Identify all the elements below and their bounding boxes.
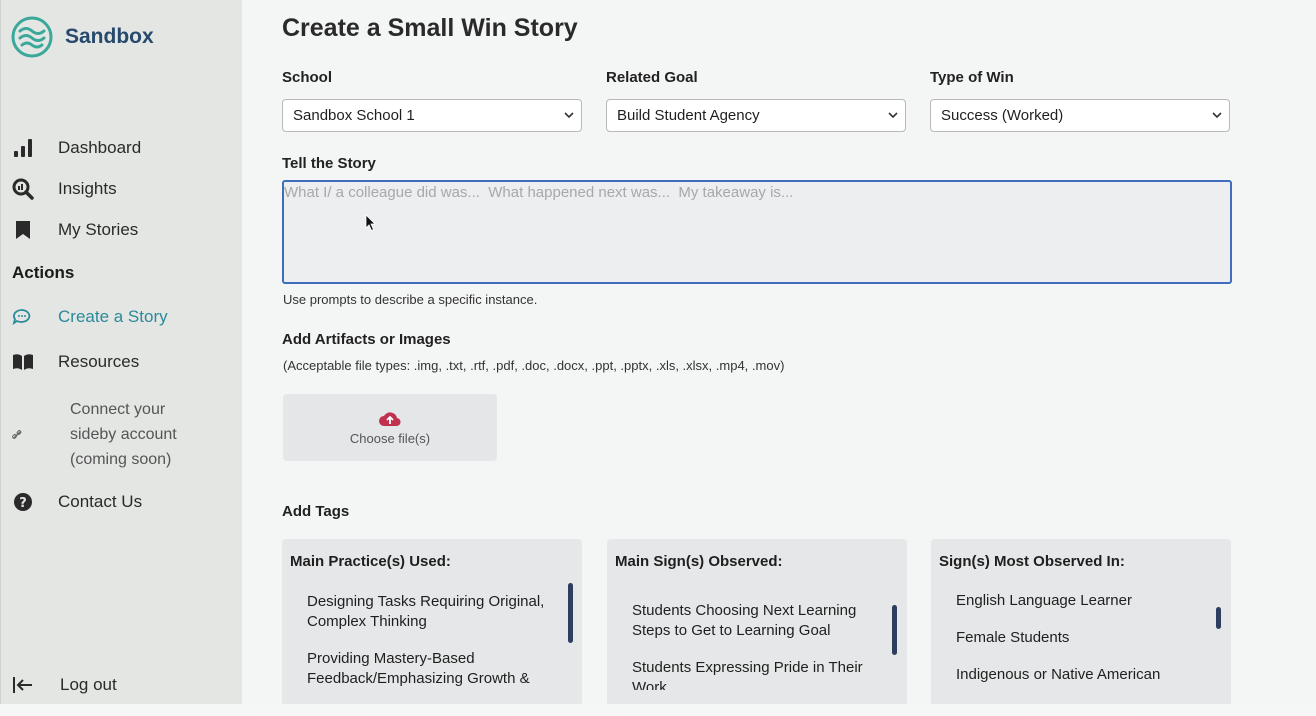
logout-button[interactable]: Log out (12, 674, 117, 696)
artifacts-file-types: (Acceptable file types: .img, .txt, .rtf… (283, 358, 785, 373)
nav-create-story-label: Create a Story (58, 307, 168, 326)
choose-files-label: Choose file(s) (349, 431, 431, 446)
chevron-down-icon (564, 112, 574, 119)
school-select-value: Sandbox School 1 (293, 107, 415, 124)
school-select[interactable]: Sandbox School 1 (282, 99, 582, 132)
goal-select-value: Build Student Agency (617, 107, 760, 124)
signs-tag-list[interactable]: Main Sign(s) Observed: Students Choosing… (607, 539, 907, 709)
link-icon (12, 424, 22, 446)
goal-select[interactable]: Build Student Agency (606, 99, 906, 132)
observed-in-title: Sign(s) Most Observed In: (939, 553, 1125, 570)
cloud-upload-icon (379, 412, 401, 427)
nav-resources[interactable]: Resources (12, 351, 139, 373)
chat-bubbles-icon (12, 306, 34, 328)
nav-contact-us[interactable]: ? Contact Us (12, 491, 142, 513)
chevron-down-icon (1212, 112, 1222, 119)
search-chart-icon (12, 178, 34, 200)
observed-in-tag-list[interactable]: Sign(s) Most Observed In: English Langua… (931, 539, 1231, 709)
list-item[interactable]: Students Choosing Next Learning Steps to… (632, 601, 882, 641)
actions-heading: Actions (12, 263, 75, 282)
nav-create-story[interactable]: Create a Story (12, 306, 168, 328)
scrollbar-thumb[interactable] (1216, 607, 1221, 629)
signs-title: Main Sign(s) Observed: (615, 553, 783, 570)
sidebar: Sandbox Dashboard Insights My Stories Ac… (0, 0, 242, 716)
logout-icon (12, 674, 34, 696)
list-item[interactable]: Students Expressing Pride in Their Work (632, 658, 882, 690)
choose-files-button[interactable]: Choose file(s) (283, 394, 497, 461)
win-type-label: Type of Win (930, 69, 1014, 86)
nav-my-stories[interactable]: My Stories (12, 219, 138, 241)
goal-label: Related Goal (606, 69, 698, 86)
story-textarea[interactable] (282, 180, 1232, 284)
nav-contact-label: Contact Us (58, 492, 143, 511)
practices-title: Main Practice(s) Used: (290, 553, 451, 570)
page-title: Create a Small Win Story (282, 14, 578, 42)
list-item[interactable]: English Language Learner (956, 591, 1206, 611)
school-label: School (282, 69, 333, 86)
nav-insights[interactable]: Insights (12, 178, 117, 200)
nav-my-stories-label: My Stories (58, 220, 139, 239)
question-circle-icon: ? (12, 491, 34, 513)
bookmark-icon (12, 219, 34, 241)
scrollbar-thumb[interactable] (568, 583, 573, 643)
practices-tag-list[interactable]: Main Practice(s) Used: Designing Tasks R… (282, 539, 582, 709)
win-type-select-value: Success (Worked) (941, 107, 1064, 124)
sandbox-logo-icon (11, 16, 53, 58)
main-content: Create a Small Win Story School Related … (242, 0, 1316, 716)
list-item[interactable]: Designing Tasks Requiring Original, Comp… (307, 592, 557, 632)
artifacts-label: Add Artifacts or Images (282, 331, 451, 348)
list-item[interactable]: Indigenous or Native American (956, 665, 1206, 685)
nav-dashboard-label: Dashboard (58, 138, 142, 157)
list-item[interactable]: Providing Mastery-Based Feedback/Emphasi… (307, 649, 557, 689)
tags-label: Add Tags (282, 503, 350, 520)
win-type-select[interactable]: Success (Worked) (930, 99, 1230, 132)
chevron-down-icon (888, 112, 898, 119)
brand-name: Sandbox (65, 25, 154, 48)
nav-connect-sideby[interactable]: Connect your sideby account (coming soon… (12, 397, 210, 472)
nav-dashboard[interactable]: Dashboard (12, 137, 141, 159)
open-book-icon (12, 351, 34, 373)
nav-connect-label: Connect your sideby account (coming soon… (70, 401, 177, 468)
story-hint: Use prompts to describe a specific insta… (283, 292, 538, 307)
scrollbar-thumb[interactable] (892, 605, 897, 655)
logout-label: Log out (60, 675, 117, 694)
bottom-edge (0, 704, 1316, 716)
brand[interactable]: Sandbox (11, 16, 154, 58)
nav-insights-label: Insights (58, 179, 117, 198)
svg-text:?: ? (19, 496, 27, 511)
mouse-cursor-icon (365, 214, 376, 232)
list-item[interactable]: Female Students (956, 628, 1206, 648)
story-label: Tell the Story (282, 155, 376, 172)
bar-chart-icon (12, 137, 34, 159)
nav-resources-label: Resources (58, 352, 140, 371)
